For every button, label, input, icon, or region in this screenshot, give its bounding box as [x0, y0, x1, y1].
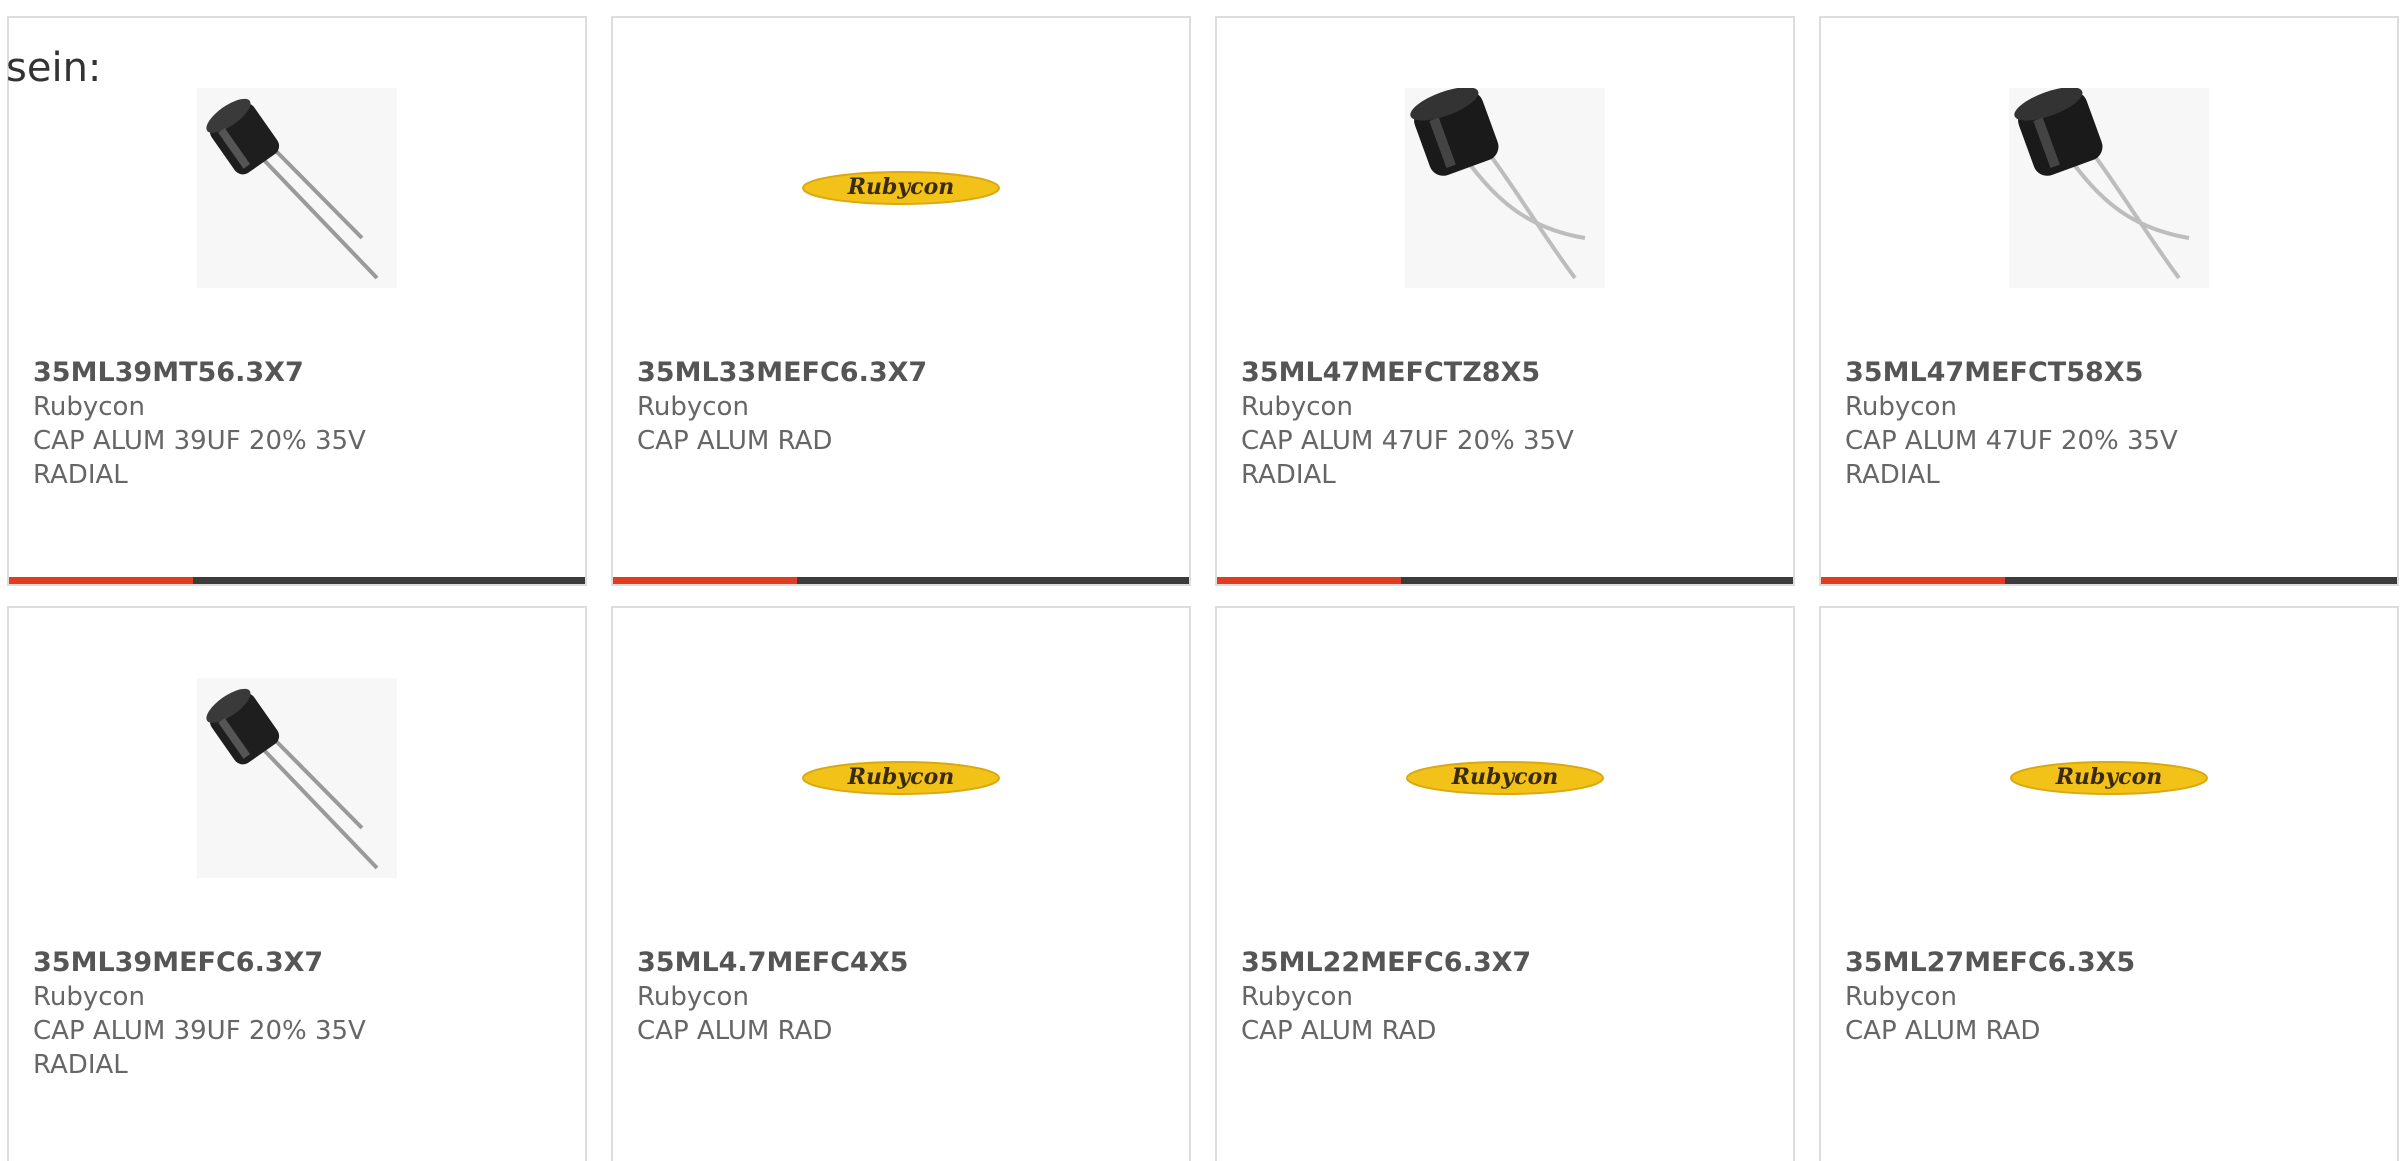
- card-bar-accent: [1217, 577, 1402, 584]
- description: RADIAL: [1241, 460, 1336, 490]
- description: CAP ALUM 47UF 20% 35V: [1845, 426, 2178, 456]
- part-number[interactable]: 35ML47MEFCTZ8X5: [1241, 356, 1769, 390]
- manufacturer: Rubycon: [1845, 982, 1957, 1012]
- product-card[interactable]: 35ML39MT56.3X7 Rubycon CAP ALUM 39UF 20%…: [7, 16, 587, 586]
- product-card[interactable]: Rubycon 35ML33MEFC6.3X7 Rubycon CAP ALUM…: [611, 16, 1191, 586]
- product-card[interactable]: 35ML47MEFCTZ8X5 Rubycon CAP ALUM 47UF 20…: [1215, 16, 1795, 586]
- part-number[interactable]: 35ML33MEFC6.3X7: [637, 356, 1165, 390]
- card-bar: [1821, 577, 2397, 584]
- logo-text: Rubycon: [847, 174, 955, 200]
- capacitor-icon: [197, 678, 397, 878]
- card-bar-accent: [9, 577, 194, 584]
- manufacturer: Rubycon: [1241, 982, 1353, 1012]
- product-card[interactable]: 35ML39MEFC6.3X7 Rubycon CAP ALUM 39UF 20…: [7, 606, 587, 1161]
- manufacturer: Rubycon: [637, 982, 749, 1012]
- card-bar-accent: [1821, 577, 2006, 584]
- part-number[interactable]: 35ML39MT56.3X7: [33, 356, 561, 390]
- description: RADIAL: [33, 1050, 128, 1080]
- description: CAP ALUM 39UF 20% 35V: [33, 426, 366, 456]
- description: CAP ALUM 47UF 20% 35V: [1241, 426, 1574, 456]
- part-number[interactable]: 35ML39MEFC6.3X7: [33, 946, 561, 980]
- card-bar-accent: [613, 577, 798, 584]
- logo-text: Rubycon: [2055, 764, 2163, 790]
- manufacturer: Rubycon: [1241, 392, 1353, 422]
- manufacturer: Rubycon: [1845, 392, 1957, 422]
- part-number[interactable]: 35ML47MEFCT58X5: [1845, 356, 2373, 390]
- part-number[interactable]: 35ML22MEFC6.3X7: [1241, 946, 1769, 980]
- rubycon-logo-icon: Rubycon: [1405, 678, 1605, 878]
- capacitor-icon: [1405, 88, 1605, 288]
- rubycon-logo-icon: Rubycon: [801, 678, 1001, 878]
- part-number[interactable]: 35ML4.7MEFC4X5: [637, 946, 1165, 980]
- description: CAP ALUM RAD: [1845, 1016, 2041, 1046]
- description: RADIAL: [1845, 460, 1940, 490]
- description: RADIAL: [33, 460, 128, 490]
- manufacturer: Rubycon: [33, 982, 145, 1012]
- manufacturer: Rubycon: [637, 392, 749, 422]
- product-grid-page: sein: 35ML39MT56.3X7 Rubycon CAP ALUM 39…: [0, 0, 2400, 1161]
- description: CAP ALUM 39UF 20% 35V: [33, 1016, 366, 1046]
- capacitor-icon: [197, 88, 397, 288]
- description: CAP ALUM RAD: [1241, 1016, 1437, 1046]
- logo-text: Rubycon: [847, 764, 955, 790]
- card-bar: [613, 577, 1189, 584]
- product-card[interactable]: Rubycon 35ML27MEFC6.3X5 Rubycon CAP ALUM…: [1819, 606, 2399, 1161]
- card-bar: [1217, 577, 1793, 584]
- product-card[interactable]: Rubycon 35ML4.7MEFC4X5 Rubycon CAP ALUM …: [611, 606, 1191, 1161]
- rubycon-logo-icon: Rubycon: [801, 88, 1001, 288]
- description: CAP ALUM RAD: [637, 426, 833, 456]
- product-card[interactable]: 35ML47MEFCT58X5 Rubycon CAP ALUM 47UF 20…: [1819, 16, 2399, 586]
- manufacturer: Rubycon: [33, 392, 145, 422]
- logo-text: Rubycon: [1451, 764, 1559, 790]
- rubycon-logo-icon: Rubycon: [2009, 678, 2209, 878]
- description: CAP ALUM RAD: [637, 1016, 833, 1046]
- product-card[interactable]: Rubycon 35ML22MEFC6.3X7 Rubycon CAP ALUM…: [1215, 606, 1795, 1161]
- capacitor-icon: [2009, 88, 2209, 288]
- intro-text: sein:: [6, 45, 102, 91]
- part-number[interactable]: 35ML27MEFC6.3X5: [1845, 946, 2373, 980]
- card-bar: [9, 577, 585, 584]
